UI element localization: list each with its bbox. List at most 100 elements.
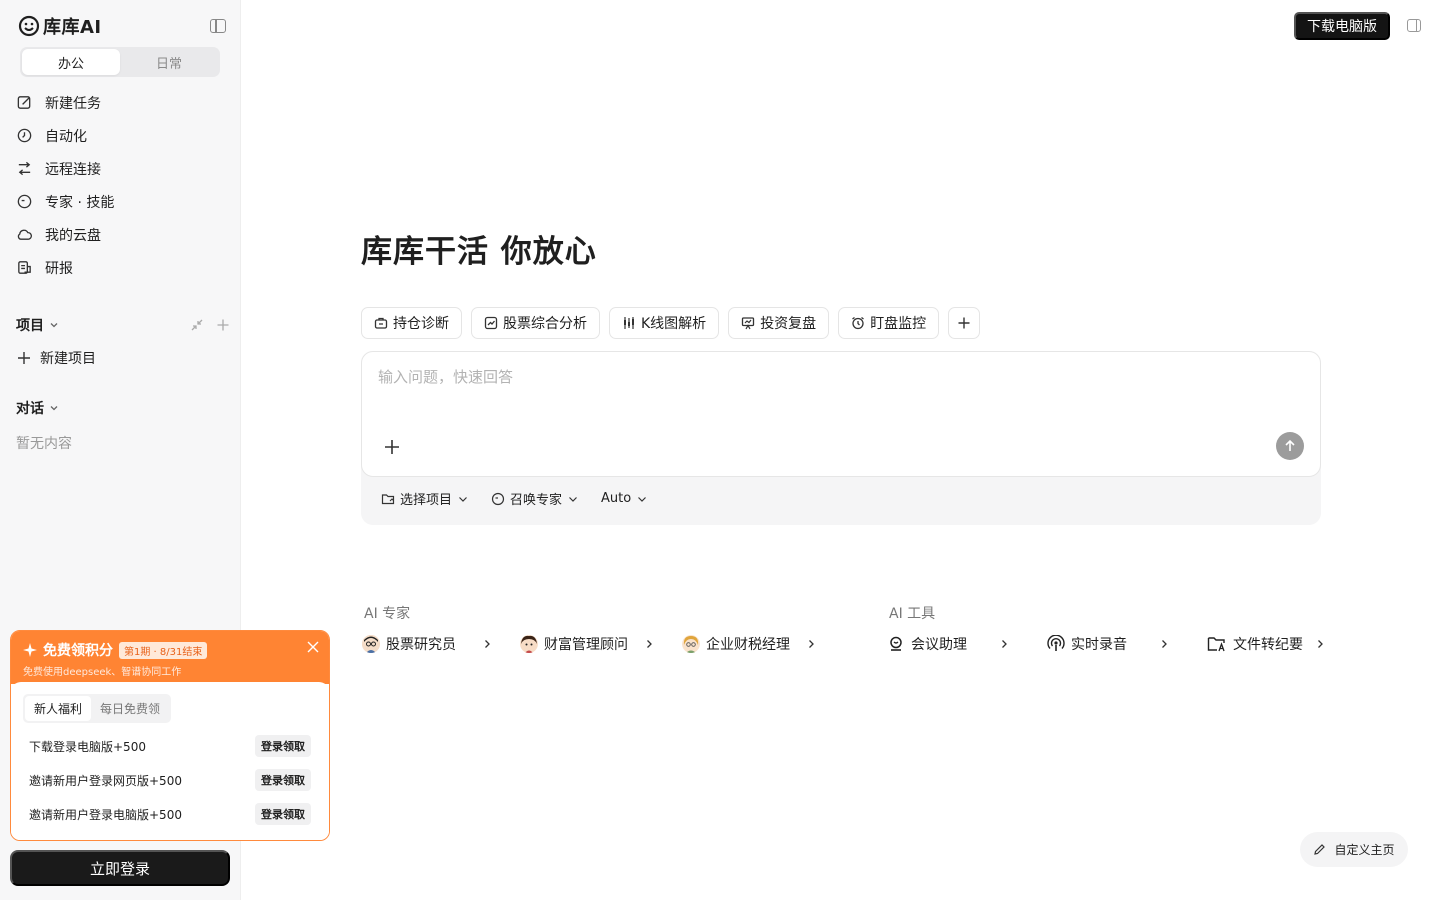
claim-button[interactable]: 登录领取: [255, 803, 311, 825]
summon-expert-dropdown[interactable]: 召唤专家: [491, 489, 579, 508]
tool-label: 召唤专家: [510, 493, 563, 508]
brand-name: 库库AI: [43, 17, 102, 38]
list-item: 邀请新用户登录电脑版+500 登录领取: [23, 797, 317, 831]
expert-item[interactable]: 企业财税经理: [682, 634, 816, 654]
chip-stock-analysis[interactable]: 股票综合分析: [471, 307, 600, 339]
chip-monitor[interactable]: 盯盘监控: [838, 307, 940, 339]
tab-office[interactable]: 办公: [22, 49, 120, 75]
page-title: 库库干活 你放心: [361, 234, 597, 270]
tax-manager-avatar-icon: [682, 635, 700, 653]
tool-label: 会议助理: [911, 637, 967, 653]
chevron-right-icon: [1318, 640, 1323, 648]
new-project-button[interactable]: 新建项目: [16, 348, 96, 368]
chevron-right-icon: [1162, 640, 1167, 648]
chip-label: K线图解析: [641, 316, 707, 332]
chevron-down-icon: [50, 406, 58, 411]
nav-report[interactable]: 研报: [16, 251, 226, 284]
plus-icon: [958, 317, 970, 329]
expert-label: 企业财税经理: [706, 637, 790, 653]
promo-title: 免费领积分: [43, 643, 113, 659]
folder-text-icon: [1207, 637, 1225, 652]
projects-toggle[interactable]: 项目: [16, 315, 59, 335]
projects-actions: [190, 318, 230, 332]
meeting-icon: [890, 636, 902, 651]
attach-plus-icon[interactable]: [382, 437, 402, 457]
nav-automation[interactable]: 自动化: [16, 119, 226, 152]
sparkle-icon: [23, 643, 37, 657]
report-icon: [18, 261, 31, 274]
smiley-logo-icon: [18, 15, 40, 37]
chart-icon: [484, 316, 498, 330]
close-icon[interactable]: [307, 641, 319, 653]
send-button[interactable]: [1276, 432, 1304, 460]
avatar: [520, 635, 538, 653]
model-dropdown[interactable]: Auto: [601, 491, 648, 506]
select-project-dropdown[interactable]: 选择项目: [381, 489, 469, 508]
chip-kline[interactable]: K线图解析: [609, 307, 720, 339]
ai-tools-title: AI 工具: [889, 606, 936, 622]
chip-label: 持仓诊断: [393, 316, 449, 332]
nav-cloud[interactable]: 我的云盘: [16, 218, 226, 251]
chip-holdings[interactable]: 持仓诊断: [361, 307, 462, 339]
list-item: 下载登录电脑版+500 登录领取: [23, 729, 317, 763]
expert-label: 股票研究员: [386, 637, 456, 653]
mode-switch: 办公 日常: [20, 47, 220, 77]
chevron-down-icon: [459, 496, 467, 502]
tab-newcomer[interactable]: 新人福利: [25, 696, 92, 721]
cloud-icon: [17, 229, 32, 240]
promo-tabs: 新人福利 每日免费领: [23, 694, 172, 723]
reward-label: 下载登录电脑版+500: [29, 739, 146, 754]
chip-review[interactable]: 投资复盘: [728, 307, 830, 339]
chip-label: 股票综合分析: [503, 316, 587, 332]
chevron-right-icon: [809, 640, 814, 648]
customize-label: 自定义主页: [1334, 843, 1395, 857]
login-button[interactable]: 立即登录: [10, 850, 230, 886]
tool-label: 文件转纪要: [1233, 637, 1303, 653]
projects-header: 项目: [16, 314, 230, 336]
nav-remote[interactable]: 远程连接: [16, 152, 226, 185]
conversations-toggle[interactable]: 对话: [16, 398, 59, 418]
alarm-icon: [852, 316, 865, 330]
sidebar-collapse-icon[interactable]: [210, 19, 226, 33]
expert-item[interactable]: 股票研究员: [362, 634, 492, 654]
expert-item[interactable]: 财富管理顾问: [520, 634, 654, 654]
claim-button[interactable]: 登录领取: [255, 769, 311, 791]
tool-item[interactable]: 实时录音: [1047, 634, 1169, 654]
conversations-title: 对话: [16, 401, 44, 417]
customize-homepage-button[interactable]: 自定义主页: [1300, 832, 1408, 867]
plus-icon[interactable]: [216, 318, 230, 332]
promo-card: 免费领积分 第1期 · 8/31结束 免费使用deepseek、智谱协同工作 新…: [10, 630, 330, 841]
promo-header: 免费领积分 第1期 · 8/31结束 免费使用deepseek、智谱协同工作: [11, 631, 329, 684]
tab-daily-free[interactable]: 每日免费领: [91, 696, 169, 721]
claim-button[interactable]: 登录领取: [255, 735, 311, 757]
tool-item[interactable]: 会议助理: [887, 634, 1009, 654]
composer-container: 选择项目 召唤专家 Auto: [361, 351, 1321, 525]
tool-label: 实时录音: [1071, 637, 1127, 653]
nav-new-task[interactable]: 新建任务: [16, 86, 226, 119]
arrow-up-icon: [1285, 439, 1295, 451]
collapse-arrows-icon[interactable]: [190, 318, 204, 332]
add-chip-button[interactable]: [948, 307, 981, 339]
composer-tools: 选择项目 召唤专家 Auto: [381, 489, 648, 508]
nav-label: 自动化: [45, 128, 87, 145]
reward-label: 邀请新用户登录网页版+500: [29, 773, 182, 788]
nav-label: 研报: [45, 260, 73, 277]
tool-label: 选择项目: [400, 493, 453, 508]
ai-tools-list: 会议助理 实时录音 文件转纪要: [887, 634, 1325, 654]
logo[interactable]: 库库AI: [18, 13, 102, 39]
tab-daily[interactable]: 日常: [120, 49, 218, 75]
reward-label: 邀请新用户登录电脑版+500: [29, 807, 182, 822]
swap-icon: [18, 161, 31, 176]
nav-experts[interactable]: 专家 · 技能: [16, 185, 226, 218]
avatar: [362, 635, 380, 653]
download-desktop-button[interactable]: 下载电脑版: [1294, 12, 1390, 40]
avatar: [682, 635, 700, 653]
reward-list: 下载登录电脑版+500 登录领取 邀请新用户登录网页版+500 登录领取 邀请新…: [23, 729, 317, 831]
panel-toggle-icon[interactable]: [1407, 19, 1421, 32]
tool-item[interactable]: 文件转纪要: [1207, 634, 1325, 654]
nav-label: 专家 · 技能: [45, 194, 115, 211]
question-input[interactable]: [378, 366, 1278, 388]
briefcase-icon: [374, 317, 388, 329]
chevron-down-icon: [50, 323, 58, 328]
promo-subtitle: 免费使用deepseek、智谱协同工作: [23, 667, 182, 678]
